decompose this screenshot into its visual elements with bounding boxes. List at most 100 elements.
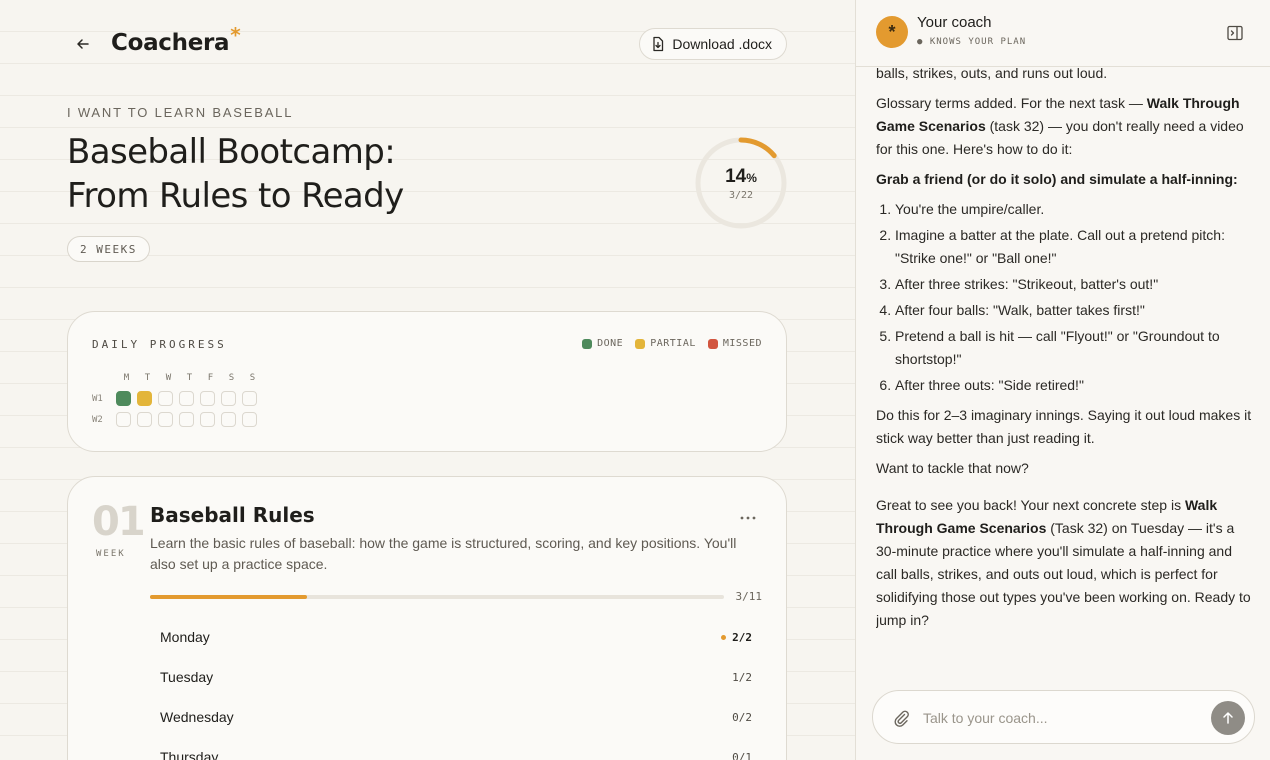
coach-status: ● KNOWS YOUR PLAN [917, 37, 1027, 47]
step-item: After three strikes: "Strikeout, batter'… [895, 273, 1254, 296]
day-cell-empty [137, 412, 152, 427]
done-swatch [582, 338, 593, 349]
day-cell-empty [179, 412, 194, 427]
top-bar: Coachera* Download .docx [67, 23, 787, 62]
brand-logo: Coachera* [111, 23, 241, 56]
coach-message: balls, strikes, outs, and runs out loud.… [876, 62, 1254, 480]
day-cell-empty [242, 391, 257, 406]
coach-message: Great to see you back! Your next concret… [876, 494, 1254, 632]
day-name: Thursday [160, 749, 219, 760]
day-name: Tuesday [160, 669, 214, 685]
download-file-icon [653, 36, 664, 52]
week-progress-count: 3/11 [735, 590, 763, 603]
current-dot-icon [721, 634, 727, 640]
day-header: S [249, 373, 256, 383]
back-button[interactable] [71, 32, 95, 56]
legend-done-label: DONE [597, 338, 624, 349]
week-description: Learn the basic rules of baseball: how t… [150, 535, 737, 572]
collapse-panel-icon[interactable] [1226, 24, 1244, 42]
download-label: Download .docx [672, 36, 772, 52]
send-button[interactable] [1211, 701, 1245, 735]
row-label: W2 [92, 414, 103, 425]
day-header: M [123, 373, 130, 383]
message-paragraph: Do this for 2–3 imaginary innings. Sayin… [876, 407, 1252, 446]
ellipsis-icon [740, 516, 756, 520]
partial-swatch [635, 338, 646, 349]
day-cell-done [116, 391, 131, 406]
day-cell-empty [116, 412, 131, 427]
day-header: S [228, 373, 235, 383]
day-header: F [207, 373, 214, 383]
day-cell-partial [137, 391, 152, 406]
message-paragraph: Want to tackle that now? [876, 460, 1029, 476]
week-progress-fill [150, 595, 307, 599]
step-item: Imagine a batter at the plate. Call out … [895, 224, 1254, 270]
coach-panel: * Your coach ● KNOWS YOUR PLAN balls, st… [855, 0, 1270, 760]
chat-composer [872, 690, 1255, 744]
week-card: 01 WEEK Baseball Rules Learn the basic r… [67, 476, 787, 760]
paperclip-icon[interactable] [891, 708, 911, 728]
day-cell-empty [158, 391, 173, 406]
day-cell-empty [200, 391, 215, 406]
day-name: Wednesday [160, 709, 234, 725]
coach-name: Your coach [917, 14, 992, 31]
day-cell-empty [221, 391, 236, 406]
day-count: 0/2 [732, 710, 752, 724]
page-title: Baseball Bootcamp: From Rules to Ready [67, 130, 627, 218]
legend-done: DONE [582, 338, 623, 349]
arrow-left-icon [77, 39, 89, 49]
title-line-2: From Rules to Ready [67, 176, 404, 216]
week-number: 01 [92, 499, 146, 545]
title-line-1: Baseball Bootcamp: [67, 132, 396, 172]
row-label: W1 [92, 393, 103, 404]
coach-avatar: * [876, 16, 908, 48]
day-row-wednesday[interactable]: Wednesday 0/2 [150, 697, 762, 737]
week-title: Baseball Rules [150, 503, 315, 527]
legend-missed-label: MISSED [722, 338, 762, 349]
day-count: 0/1 [732, 750, 752, 760]
day-header: T [144, 373, 151, 383]
week-label: WEEK [96, 549, 126, 559]
duration-badge: 2 WEEKS [67, 236, 150, 262]
step-item: Pretend a ball is hit — call "Flyout!" o… [895, 325, 1254, 371]
day-cell-empty [158, 412, 173, 427]
day-header: W [165, 373, 172, 383]
arrow-up-icon [1223, 712, 1233, 724]
step-item: After four balls: "Walk, batter takes fi… [895, 299, 1254, 322]
day-cell-empty [242, 412, 257, 427]
plan-goal: I WANT TO LEARN BASEBALL [67, 105, 294, 120]
day-cell-empty [179, 391, 194, 406]
day-count: 1/2 [732, 670, 752, 684]
day-row-thursday[interactable]: Thursday 0/1 [150, 737, 762, 760]
more-options-button[interactable] [740, 507, 756, 525]
day-cell-empty [200, 412, 215, 427]
steps-list: You're the umpire/caller. Imagine a batt… [876, 198, 1254, 397]
day-row-monday[interactable]: Monday 2/2 [150, 617, 762, 657]
message-paragraph: Grab a friend (or do it solo) and simula… [876, 171, 1238, 187]
chat-thread[interactable]: balls, strikes, outs, and runs out loud.… [876, 62, 1254, 672]
progress-count: 3/22 [728, 189, 754, 201]
day-name: Monday [160, 629, 210, 645]
message-paragraph: Great to see you back! Your next concret… [876, 497, 1251, 628]
message-paragraph: Glossary terms added. For the next task … [876, 95, 1244, 157]
legend-missed: MISSED [707, 338, 762, 349]
day-headers: M T W T F S S [116, 373, 263, 383]
step-item: You're the umpire/caller. [895, 198, 1254, 221]
daily-progress-card: DAILY PROGRESS DONE PARTIAL MISSED M T W… [67, 311, 787, 452]
week-row-2: W2 [92, 412, 263, 427]
legend-partial: PARTIAL [635, 338, 696, 349]
coach-header: * Your coach ● KNOWS YOUR PLAN [856, 0, 1270, 67]
progress-percent: 14% [725, 165, 757, 187]
progress-ring-label: 14% 3/22 [694, 136, 788, 230]
chat-input[interactable] [923, 703, 1203, 733]
legend-partial-label: PARTIAL [650, 338, 696, 349]
legend: DONE PARTIAL MISSED [582, 338, 762, 349]
step-item: After three outs: "Side retired!" [895, 374, 1254, 397]
download-docx-button[interactable]: Download .docx [639, 28, 787, 60]
week-progress-bar [150, 595, 724, 599]
day-row-tuesday[interactable]: Tuesday 1/2 [150, 657, 762, 697]
daily-progress-title: DAILY PROGRESS [92, 338, 227, 351]
week-row-1: W1 [92, 391, 263, 406]
plan-panel: Coachera* Download .docx I WANT TO LEARN… [0, 0, 855, 760]
day-cell-empty [221, 412, 236, 427]
